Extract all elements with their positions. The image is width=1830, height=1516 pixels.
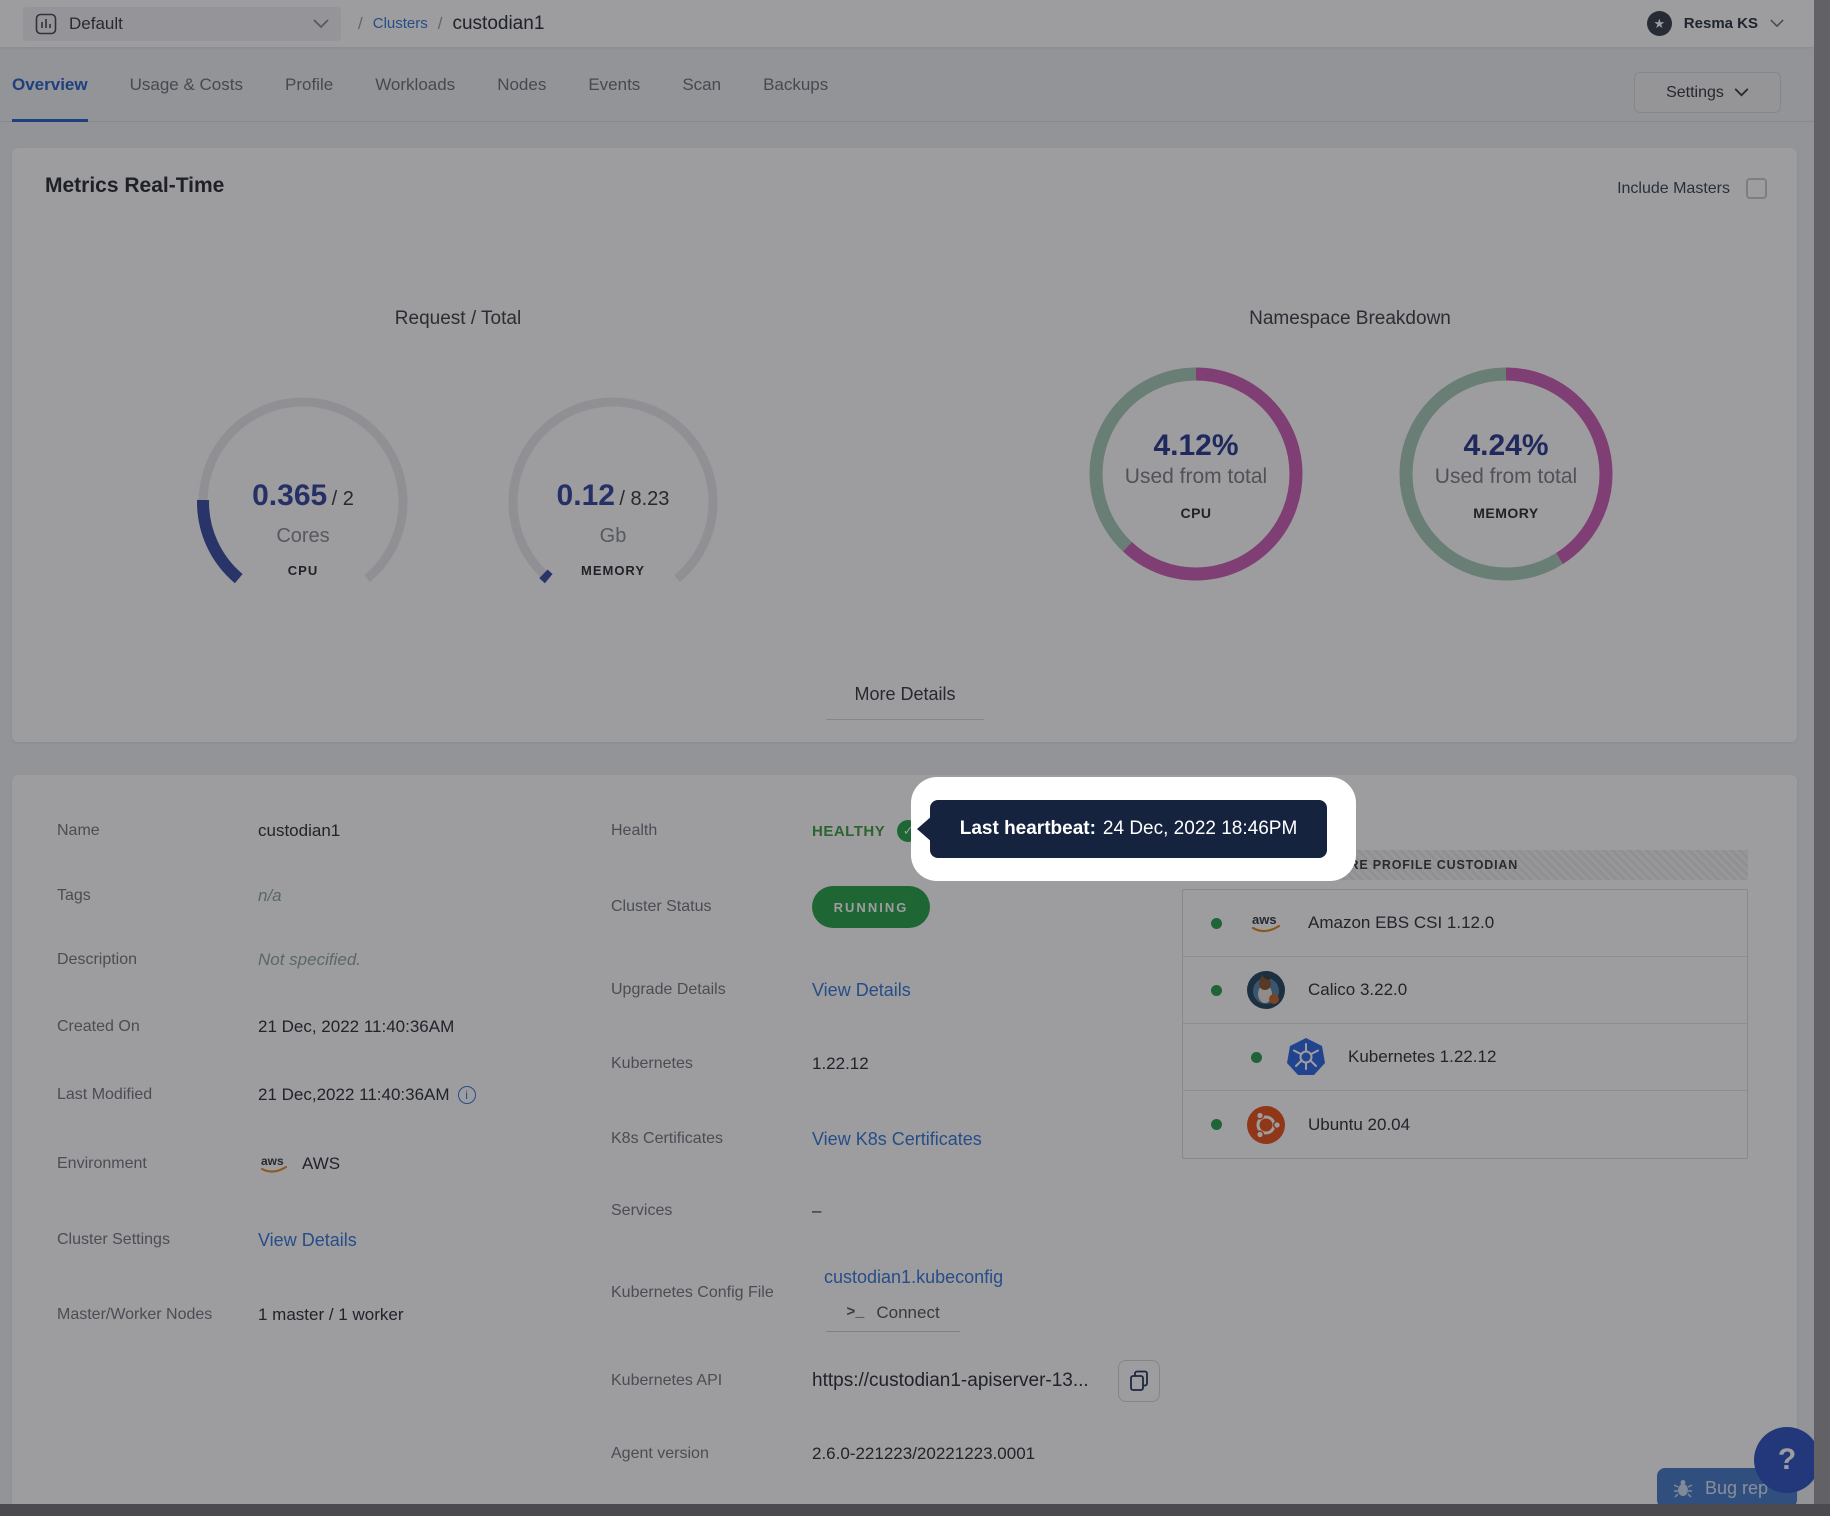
window-bottom-edge <box>0 1504 1830 1516</box>
scrollbar-strip[interactable] <box>1814 0 1830 1516</box>
last-heartbeat-tooltip: Last heartbeat: 24 Dec, 2022 18:46PM <box>930 800 1327 858</box>
tooltip-value: 24 Dec, 2022 18:46PM <box>1103 818 1297 840</box>
dim-overlay <box>0 0 1830 1516</box>
cluster-overview-page: Default / Clusters / custodian1 ★ Resma … <box>0 0 1830 1516</box>
tooltip-spotlight: Last heartbeat: 24 Dec, 2022 18:46PM <box>911 777 1356 881</box>
tooltip-label: Last heartbeat: <box>960 818 1096 840</box>
